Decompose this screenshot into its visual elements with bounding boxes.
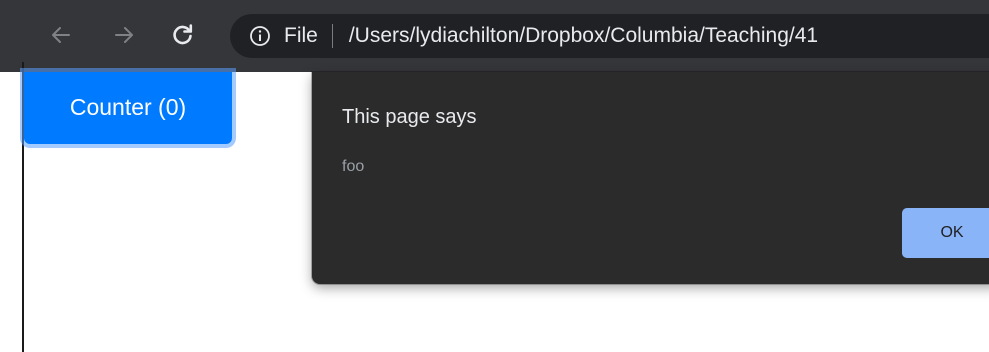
back-button[interactable] (44, 18, 78, 52)
info-circle-icon[interactable] (248, 24, 272, 48)
url-text[interactable]: /Users/lydiachilton/Dropbox/Columbia/Tea… (349, 24, 818, 48)
address-bar[interactable]: File /Users/lydiachilton/Dropbox/Columbi… (230, 14, 989, 58)
reload-icon (171, 23, 195, 47)
browser-window: File /Users/lydiachilton/Dropbox/Columbi… (0, 0, 989, 352)
dialog-title: This page says (342, 106, 477, 128)
url-separator (331, 24, 333, 48)
arrow-left-icon (49, 23, 73, 47)
ok-button[interactable]: OK (902, 208, 989, 258)
forward-button[interactable] (107, 18, 141, 52)
arrow-right-icon (112, 23, 136, 47)
counter-button[interactable]: Counter (0) (24, 72, 232, 144)
reload-button[interactable] (166, 18, 200, 52)
browser-toolbar: File /Users/lydiachilton/Dropbox/Columbi… (0, 0, 989, 72)
dialog-message: foo (342, 158, 365, 175)
alert-dialog: This page says foo OK (312, 72, 989, 284)
url-scheme-label: File (284, 24, 318, 47)
